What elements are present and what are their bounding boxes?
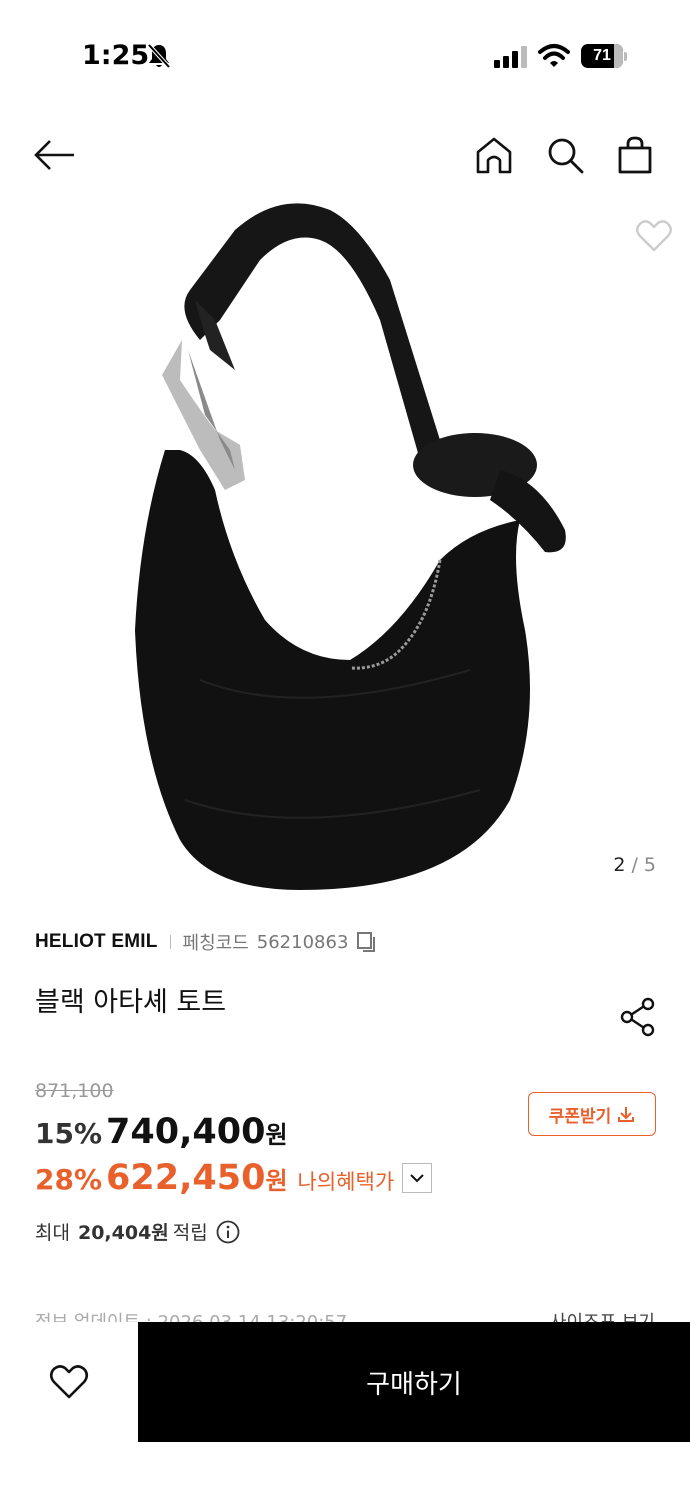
copy-icon[interactable] — [356, 931, 378, 953]
product-gallery[interactable]: 2 / 5 — [0, 200, 690, 900]
bell-slash-icon — [147, 43, 171, 69]
divider — [169, 935, 171, 949]
download-icon — [618, 1107, 635, 1122]
original-price: 871,100 — [35, 1080, 114, 1102]
sale-price-row: 15% 740,400 원 — [35, 1112, 288, 1152]
my-benefit-currency: 원 — [265, 1167, 288, 1195]
points-prefix: 최대 — [35, 1222, 70, 1244]
share-icon[interactable] — [618, 996, 658, 1038]
info-icon[interactable] — [216, 1220, 240, 1244]
sale-price: 740,400 — [106, 1112, 266, 1152]
search-icon[interactable] — [544, 134, 586, 176]
sale-currency: 원 — [265, 1121, 288, 1149]
product-title: 블랙 아타셰 토트 — [35, 987, 227, 1018]
code-label: 페칭코드 — [182, 933, 249, 954]
buy-button[interactable]: 구매하기 — [138, 1322, 690, 1442]
my-benefit-label: 나의혜택가 — [297, 1170, 395, 1194]
shopping-bag-icon[interactable] — [614, 134, 656, 176]
top-nav — [0, 110, 690, 200]
points-row: 최대 20,404원 적립 — [35, 1218, 240, 1245]
wifi-icon — [538, 44, 570, 67]
points-suffix: 적립 — [172, 1222, 208, 1244]
gallery-total: 5 — [643, 854, 656, 876]
battery-indicator: 71 — [581, 43, 629, 69]
heart-icon[interactable] — [48, 1362, 90, 1402]
my-discount-percent: 28% — [35, 1163, 103, 1196]
gallery-current: 2 — [613, 854, 626, 876]
bottom-action-bar: 구매하기 — [0, 1322, 690, 1442]
battery-level: 71 — [593, 47, 611, 64]
coupon-button-label: 쿠폰받기 — [548, 1106, 612, 1127]
points-value: 20,404원 — [77, 1222, 169, 1244]
benefit-expand-button[interactable] — [402, 1163, 433, 1193]
buy-button-label: 구매하기 — [366, 1369, 462, 1400]
my-benefit-price: 622,450 — [106, 1158, 266, 1198]
discount-percent: 15% — [35, 1117, 103, 1150]
brand-name[interactable]: HELIOT EMIL — [35, 931, 158, 953]
back-arrow-icon[interactable] — [32, 134, 78, 176]
status-bar: 1:25 71 — [0, 0, 690, 110]
product-image — [135, 203, 566, 890]
coupon-button[interactable]: 쿠폰받기 — [528, 1092, 656, 1136]
status-time: 1:25 — [82, 40, 150, 71]
brand-row: HELIOT EMIL 페칭코드 56210863 — [35, 928, 378, 956]
heart-icon[interactable] — [634, 216, 674, 256]
home-icon[interactable] — [472, 134, 516, 176]
my-benefit-price-row: 28% 622,450 원 나의혜택가 — [35, 1158, 433, 1198]
chevron-down-icon — [410, 1174, 424, 1183]
gallery-page-indicator: 2 / 5 — [613, 854, 656, 876]
signal-icon — [494, 46, 527, 68]
product-code: 56210863 — [256, 931, 349, 953]
gallery-separator: / — [631, 854, 638, 876]
